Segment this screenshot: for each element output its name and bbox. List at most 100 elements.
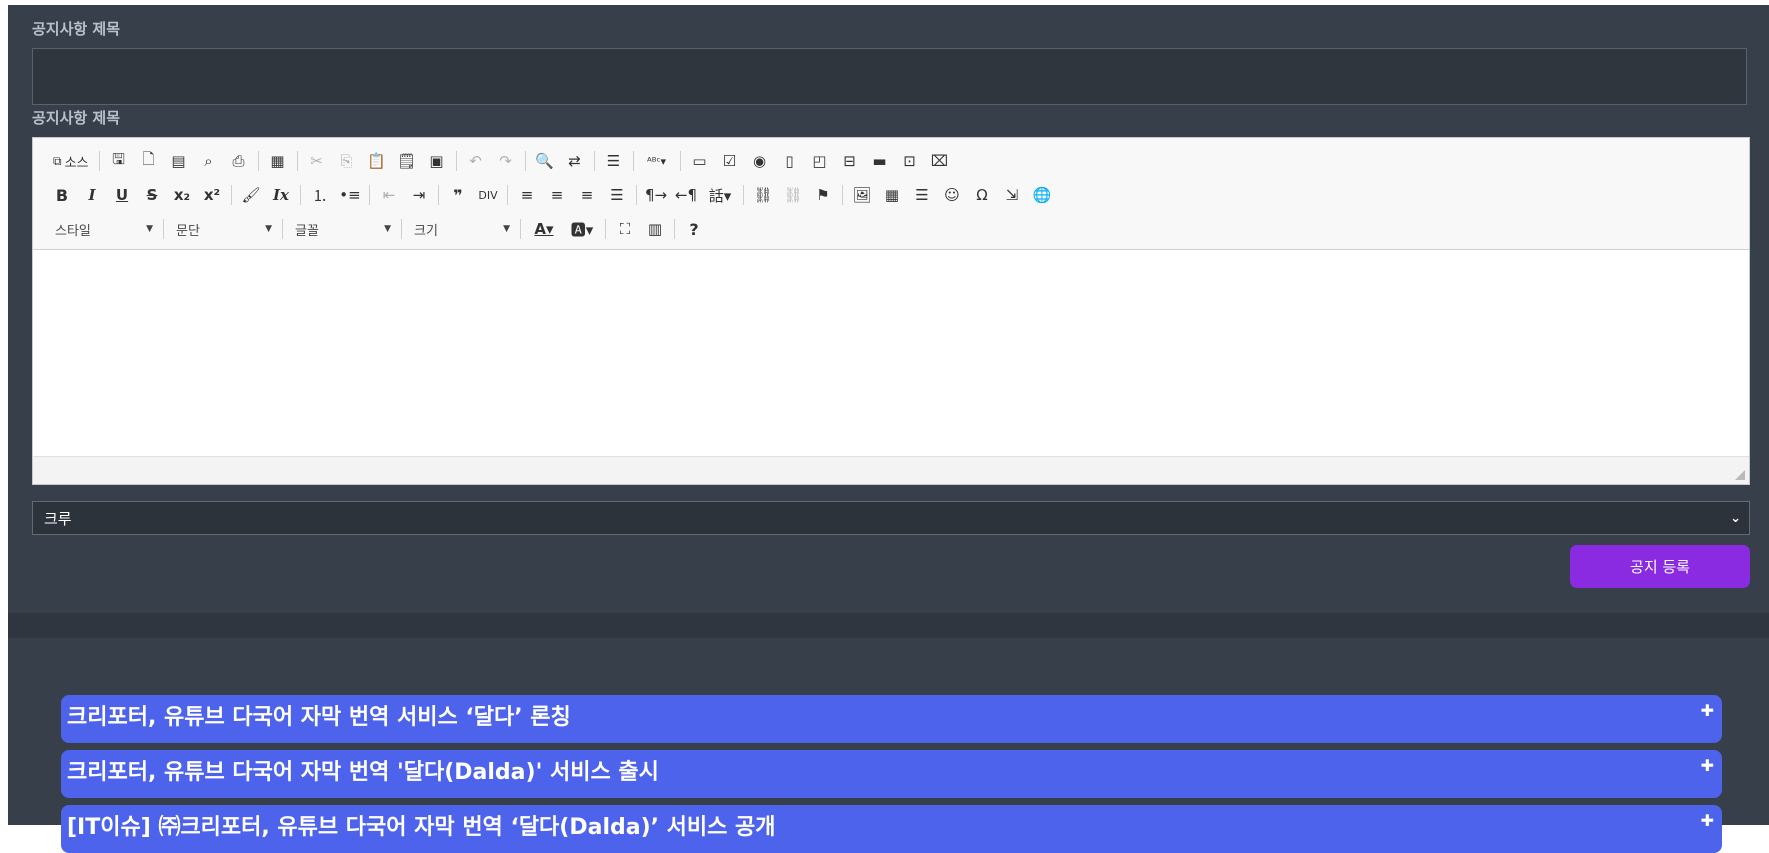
strikethrough-icon[interactable]: S xyxy=(137,182,167,208)
category-select-value: 크루 xyxy=(44,509,72,528)
language-icon[interactable]: 話▾ xyxy=(701,182,739,208)
title-input[interactable] xyxy=(32,48,1747,105)
italic-icon[interactable]: I xyxy=(77,182,107,208)
text-color-icon[interactable]: A▾ xyxy=(525,216,563,242)
plus-icon[interactable]: ✚ xyxy=(1701,756,1714,775)
toolbar-separator xyxy=(98,151,100,171)
superscript-icon[interactable]: x² xyxy=(197,182,227,208)
font-combo-label: 글꼴 xyxy=(295,223,319,239)
find-icon[interactable]: 🔍 xyxy=(530,148,560,174)
plus-icon[interactable]: ✚ xyxy=(1701,701,1714,720)
resize-handle-icon[interactable] xyxy=(1735,470,1745,480)
toolbar-separator xyxy=(507,185,508,205)
hidden-field-icon[interactable]: ⌧ xyxy=(925,148,955,174)
align-left-icon[interactable]: ≡ xyxy=(512,182,542,208)
replace-icon[interactable]: ⇄ xyxy=(560,148,590,174)
toolbar-separator xyxy=(282,219,283,239)
editor-content-area[interactable] xyxy=(33,250,1749,456)
redo-icon[interactable]: ↷ xyxy=(491,148,521,174)
chevron-down-icon: ▼ xyxy=(503,224,510,234)
form-icon[interactable]: ▭ xyxy=(685,148,715,174)
maximize-icon[interactable]: ⛶ xyxy=(610,216,640,242)
table-icon[interactable]: ▦ xyxy=(877,182,907,208)
news-item[interactable]: 크리포터, 유튜브 다국어 자막 번역 서비스 ‘달다’ 론칭 ✚ xyxy=(61,695,1722,743)
radio-icon[interactable]: ◉ xyxy=(745,148,775,174)
editor-status-bar xyxy=(33,456,1749,484)
copy-format-icon[interactable]: 🖌 xyxy=(236,182,266,208)
font-combo[interactable]: 글꼴 ▼ xyxy=(287,216,397,242)
toolbar-separator xyxy=(593,151,595,171)
indent-icon[interactable]: ⇥ xyxy=(404,182,434,208)
toolbar-separator xyxy=(842,185,843,205)
paragraph-combo[interactable]: 문단 ▼ xyxy=(168,216,278,242)
select-all-icon[interactable]: ☰ xyxy=(599,148,629,174)
horizontal-line-icon[interactable]: ☰ xyxy=(907,182,937,208)
subscript-icon[interactable]: x₂ xyxy=(167,182,197,208)
paragraph-combo-label: 문단 xyxy=(176,223,200,239)
help-icon[interactable]: ? xyxy=(679,216,709,242)
page-break-icon[interactable]: ⇲ xyxy=(997,182,1027,208)
copy-icon[interactable]: ⎘ xyxy=(332,148,362,174)
paste-word-icon[interactable]: ▣ xyxy=(422,148,452,174)
numbered-list-icon[interactable]: ⒈ xyxy=(305,182,335,208)
templates-icon[interactable]: ▦ xyxy=(263,148,293,174)
spellcheck-icon[interactable]: ᴬᴮᶜ▾ xyxy=(638,148,676,174)
unlink-icon[interactable]: ⛓ xyxy=(778,182,808,208)
new-page-icon[interactable]: 🗋 xyxy=(134,148,164,174)
chevron-down-icon: ⌄ xyxy=(1730,510,1741,526)
size-combo-label: 크기 xyxy=(414,223,438,239)
style-combo-label: 스타일 xyxy=(55,223,91,239)
preview-icon[interactable]: ⌕ xyxy=(194,148,224,174)
text-field-icon[interactable]: ▯ xyxy=(775,148,805,174)
rich-text-editor: ⧉ 소스 🖫 🗋 ▤ ⌕ ⎙ ▦ ✂ ⎘ 📋 🗒 ▣ ↶ ↷ 🔍 ⇄ ☰ ᴬᴮᶜ… xyxy=(32,137,1750,485)
paste-icon[interactable]: 📋 xyxy=(362,148,392,174)
button-field-icon[interactable]: ▬ xyxy=(865,148,895,174)
smiley-icon[interactable]: ☺ xyxy=(937,182,967,208)
category-select[interactable]: 크루 ⌄ xyxy=(32,501,1750,535)
image-icon[interactable]: 🖼 xyxy=(847,182,877,208)
toolbar-separator xyxy=(520,219,521,239)
checkbox-icon[interactable]: ☑ xyxy=(715,148,745,174)
paste-text-icon[interactable]: 🗒 xyxy=(392,148,422,174)
style-combo[interactable]: 스타일 ▼ xyxy=(47,216,159,242)
submit-notice-button[interactable]: 공지 등록 xyxy=(1570,545,1750,588)
cut-icon[interactable]: ✂ xyxy=(302,148,332,174)
image-button-icon[interactable]: ⊡ xyxy=(895,148,925,174)
align-center-icon[interactable]: ≡ xyxy=(542,182,572,208)
align-justify-icon[interactable]: ☰ xyxy=(602,182,632,208)
div-container-icon[interactable]: DIV xyxy=(473,182,503,208)
plus-icon[interactable]: ✚ xyxy=(1701,811,1714,830)
underline-icon[interactable]: U xyxy=(107,182,137,208)
select-field-icon[interactable]: ⊟ xyxy=(835,148,865,174)
background-color-icon[interactable]: 🅰▾ xyxy=(563,216,601,242)
bold-icon[interactable]: B xyxy=(47,182,77,208)
ltr-direction-icon[interactable]: ¶→ xyxy=(641,182,671,208)
textarea-icon[interactable]: ◰ xyxy=(805,148,835,174)
special-char-icon[interactable]: Ω xyxy=(967,182,997,208)
show-blocks-icon[interactable]: ▥ xyxy=(640,216,670,242)
link-icon[interactable]: ⛓ xyxy=(748,182,778,208)
news-item[interactable]: 크리포터, 유튜브 다국어 자막 번역 '달다(Dalda)' 서비스 출시 ✚ xyxy=(61,750,1722,798)
blockquote-icon[interactable]: ❞ xyxy=(443,182,473,208)
undo-icon[interactable]: ↶ xyxy=(461,148,491,174)
toolbar-separator xyxy=(369,185,370,205)
news-item[interactable]: [IT이슈] ㈜크리포터, 유튜브 다국어 자막 번역 ‘달다(Dalda)’ … xyxy=(61,805,1722,853)
section-divider xyxy=(8,613,1769,638)
toolbar-separator xyxy=(401,219,402,239)
bulleted-list-icon[interactable]: •≡ xyxy=(335,182,365,208)
anchor-flag-icon[interactable]: ⚑ xyxy=(808,182,838,208)
remove-format-icon[interactable]: Ix xyxy=(266,182,296,208)
align-right-icon[interactable]: ≡ xyxy=(572,182,602,208)
rtl-direction-icon[interactable]: ←¶ xyxy=(671,182,701,208)
chevron-down-icon: ▼ xyxy=(265,224,272,234)
toolbar-separator xyxy=(524,151,526,171)
outdent-icon[interactable]: ⇤ xyxy=(374,182,404,208)
size-combo[interactable]: 크기 ▼ xyxy=(406,216,516,242)
save-icon[interactable]: 🖫 xyxy=(104,148,134,174)
source-button[interactable]: ⧉ 소스 xyxy=(47,148,95,174)
toolbar-separator xyxy=(674,219,675,239)
export-pdf-icon[interactable]: ▤ xyxy=(164,148,194,174)
iframe-globe-icon[interactable]: 🌐 xyxy=(1027,182,1057,208)
toolbar-separator xyxy=(455,151,457,171)
print-icon[interactable]: ⎙ xyxy=(224,148,254,174)
